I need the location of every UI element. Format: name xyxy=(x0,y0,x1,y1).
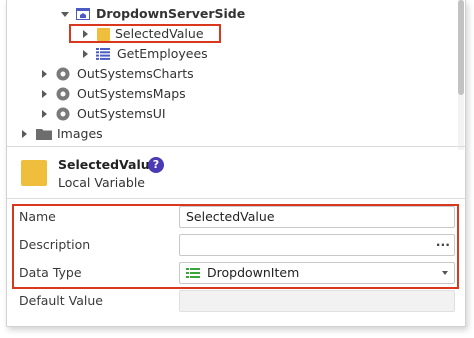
help-icon[interactable]: ? xyxy=(148,157,164,173)
name-field[interactable]: SelectedValue xyxy=(179,206,455,228)
structure-icon xyxy=(186,268,200,278)
aggregate-icon xyxy=(96,48,110,60)
module-icon xyxy=(56,87,70,101)
tree-item-selectedvalue[interactable]: SelectedValue xyxy=(83,24,233,44)
chevron-right-icon[interactable] xyxy=(42,90,47,98)
local-variable-icon xyxy=(21,160,47,186)
chevron-down-icon[interactable] xyxy=(61,12,69,17)
tree-item-label: SelectedValue xyxy=(115,26,204,41)
tree-item-getemployees[interactable]: GetEmployees xyxy=(83,44,243,64)
section-divider xyxy=(7,198,465,199)
tree-item-outsystemsmaps[interactable]: OutSystemsMaps xyxy=(42,84,242,104)
properties-panel: DropdownServerSide SelectedValue GetEmpl… xyxy=(6,0,466,327)
chevron-right-icon[interactable] xyxy=(83,30,88,38)
description-label: Description xyxy=(19,237,91,252)
chevron-right-icon[interactable] xyxy=(22,130,27,138)
chevron-right-icon[interactable] xyxy=(42,70,47,78)
tree-scrollbar-thumb[interactable] xyxy=(458,0,464,95)
tree-item-label: OutSystemsCharts xyxy=(77,66,194,81)
tree-item-label: OutSystemsMaps xyxy=(77,86,186,101)
default-value-label: Default Value xyxy=(19,293,103,308)
local-variable-icon xyxy=(97,28,110,41)
tree-item-dropdownserverside[interactable]: DropdownServerSide xyxy=(61,4,311,24)
screen-icon xyxy=(76,8,90,20)
element-title: SelectedValue xyxy=(58,157,159,172)
tree-item-outsystemsui[interactable]: OutSystemsUI xyxy=(42,104,242,124)
datatype-value: DropdownItem xyxy=(207,265,300,280)
tree-item-outsystemscharts[interactable]: OutSystemsCharts xyxy=(42,64,242,84)
default-value-field[interactable] xyxy=(179,290,455,312)
folder-icon xyxy=(36,129,52,140)
element-subtitle: Local Variable xyxy=(58,175,145,190)
datatype-select[interactable]: DropdownItem xyxy=(179,262,455,284)
module-icon xyxy=(56,107,70,121)
tree-item-images[interactable]: Images xyxy=(22,124,222,144)
chevron-right-icon[interactable] xyxy=(83,50,88,58)
tree-item-label: GetEmployees xyxy=(117,46,208,61)
chevron-right-icon[interactable] xyxy=(42,110,47,118)
description-field[interactable]: ... xyxy=(179,234,455,256)
name-label: Name xyxy=(19,209,56,224)
description-more-button[interactable]: ... xyxy=(436,232,450,252)
module-icon xyxy=(56,67,70,81)
tree-item-label: Images xyxy=(57,126,103,141)
chevron-down-icon[interactable] xyxy=(442,271,448,275)
tree-item-label: DropdownServerSide xyxy=(96,6,246,21)
tree-item-label: OutSystemsUI xyxy=(77,106,166,121)
section-divider xyxy=(7,146,465,147)
datatype-label: Data Type xyxy=(19,265,82,280)
